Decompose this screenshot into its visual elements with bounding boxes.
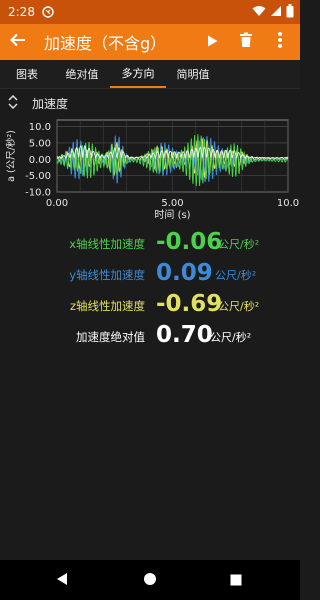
x-tick-label: 5.00 [161, 198, 183, 209]
readout-z-value: -0.69 [156, 291, 223, 317]
signal-icon [270, 5, 282, 20]
readout-x-value: -0.06 [156, 229, 223, 255]
readout-z: z轴线性加速度 -0.69 公尺/秒² [0, 290, 300, 324]
page-title: 加速度（不含g） [44, 34, 167, 53]
readout-absolute: 加速度绝对值 0.70 公尺/秒² [0, 321, 300, 355]
nav-home-icon [143, 571, 157, 590]
tab-simple[interactable]: 简明值 [166, 60, 220, 88]
readout-absolute-label: 加速度绝对值 [76, 330, 145, 344]
status-time: 2:28 [8, 5, 35, 19]
play-button[interactable] [198, 24, 226, 60]
nav-recents-icon [230, 571, 242, 590]
x-tick-label: 10.0 [277, 198, 299, 209]
chart-header: 加速度 [8, 94, 288, 112]
tab-bar: 图表 绝对值 多方向 简明值 [0, 60, 300, 89]
wifi-icon [252, 5, 266, 20]
readout-x-unit: 公尺/秒² [218, 238, 260, 251]
y-tick-label: 10.0 [29, 122, 51, 133]
nav-back-button[interactable] [50, 568, 74, 592]
tab-absolute[interactable]: 绝对值 [54, 60, 110, 88]
delete-button[interactable] [232, 24, 260, 60]
x-axis-label: 时间 (s) [154, 208, 190, 221]
y-tick-label: -10.0 [25, 188, 51, 199]
battery-icon [286, 4, 294, 21]
acceleration-chart[interactable]: 10.05.000.00-5.00-10.00.00 5.00 10.0时间 (s)… [0, 112, 300, 224]
readout-absolute-value: 0.70 [156, 322, 213, 348]
readout-absolute-unit: 公尺/秒² [210, 331, 252, 344]
back-button[interactable] [0, 24, 36, 60]
readout-y-value: 0.09 [156, 260, 213, 286]
readout-y: y轴线性加速度 0.09 公尺/秒² [0, 259, 300, 293]
readout-y-label: y轴线性加速度 [69, 268, 145, 282]
readout-x-label: x轴线性加速度 [69, 237, 145, 251]
expand-collapse-icon[interactable] [8, 94, 18, 113]
nav-recents-button[interactable] [224, 568, 248, 592]
system-nav-bar [0, 560, 300, 600]
readout-z-unit: 公尺/秒² [218, 300, 260, 313]
more-vert-icon [277, 31, 283, 53]
x-tick-label: 0.00 [46, 198, 68, 209]
trash-icon [239, 32, 253, 52]
nav-home-button[interactable] [138, 568, 162, 592]
y-tick-label: 0.00 [29, 155, 51, 166]
more-options-button[interactable] [266, 24, 294, 60]
y-tick-label: -5.00 [25, 171, 51, 182]
play-icon [205, 33, 219, 52]
readout-y-unit: 公尺/秒² [215, 269, 257, 282]
tab-multi-direction[interactable]: 多方向 [110, 60, 166, 88]
tab-graph[interactable]: 图表 [0, 60, 54, 88]
chart-title: 加速度 [32, 96, 69, 111]
y-tick-label: 5.00 [29, 138, 51, 149]
app-toolbar: 加速度（不含g） [0, 24, 300, 60]
app-notification-icon [41, 5, 55, 19]
back-arrow-icon [9, 31, 27, 53]
readout-z-label: z轴线性加速度 [69, 299, 145, 313]
readout-x: x轴线性加速度 -0.06 公尺/秒² [0, 228, 300, 262]
y-axis-label: a (公尺/秒²) [5, 130, 17, 182]
status-bar: 2:28 [0, 0, 300, 24]
nav-back-icon [56, 571, 68, 590]
